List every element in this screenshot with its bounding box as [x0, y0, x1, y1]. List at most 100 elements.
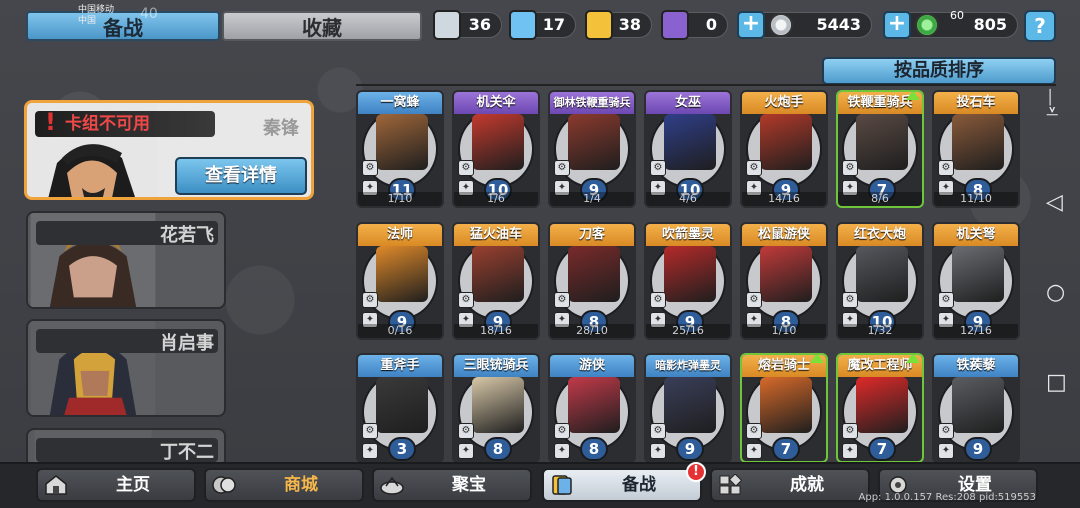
add-coin-button[interactable]: + [737, 11, 765, 39]
unit-trait-icon: ✦ [842, 443, 858, 459]
unit-card[interactable]: 法师 ⚙ ✦ 9 0/16 [356, 222, 444, 340]
unit-card[interactable]: 吹箭墨灵 ⚙ ✦ 9 25/16 [644, 222, 732, 340]
unit-type-icon: ⚙ [842, 423, 858, 439]
unit-type-icon: ⚙ [458, 423, 474, 439]
unit-card[interactable]: 重斧手 ⚙ ✦ 3 [356, 353, 444, 463]
battery-status: 60 [950, 9, 964, 22]
unit-portrait [664, 377, 716, 433]
blue-crystal-icon [509, 10, 537, 40]
commander-name: 花若飞 [160, 225, 214, 246]
home-circle-icon[interactable]: ○ [1046, 280, 1065, 305]
commander-name: 秦锋 [263, 118, 299, 139]
unit-card[interactable]: 投石车 ⚙ ✦ 8 11/10 [932, 90, 1020, 208]
sort-by-quality-button[interactable]: 按品质排序 [822, 57, 1056, 85]
unit-card[interactable]: 松鼠游侠 ⚙ ✦ 8 1/10 [740, 222, 828, 340]
unit-portrait [760, 246, 812, 302]
unit-portrait [472, 377, 524, 433]
unit-name: 火炮手 [742, 92, 826, 114]
unit-card[interactable]: 铁鞭重骑兵 ⚙ ✦ 7 8/6 [836, 90, 924, 208]
unit-trait-icon: ✦ [650, 443, 666, 459]
unit-portrait [760, 114, 812, 170]
unit-card[interactable]: 一窝蜂 ⚙ ✦ 11 1/10 [356, 90, 444, 208]
unit-card[interactable]: 铁蒺藜 ⚙ ✦ 9 [932, 353, 1020, 463]
unit-card-count: 28/10 [550, 324, 634, 338]
status-carrier: 中国移动 中国 40 [78, 5, 158, 27]
deck-icon [552, 475, 572, 495]
commander-name: 丁不二 [160, 442, 214, 463]
warning-icon: ! [45, 108, 56, 136]
menu-label: 成就 [790, 475, 824, 495]
unit-card[interactable]: 魔改工程师 ⚙ ✦ 7 [836, 353, 924, 463]
commander-card-selected[interactable]: ! 卡组不可用 秦锋 查看详情 [24, 100, 314, 200]
tab-collection[interactable]: 收藏 [222, 11, 422, 41]
resource-gold-shield: 38 [585, 10, 652, 40]
menu-shop[interactable]: 商城 [204, 468, 364, 502]
resource-value: 38 [618, 15, 641, 34]
unit-name: 御林铁鞭重骑兵 [550, 92, 634, 114]
unit-card[interactable]: 机关弩 ⚙ ✦ 9 12/16 [932, 222, 1020, 340]
unit-card[interactable]: 女巫 ⚙ ✦ 10 4/6 [644, 90, 732, 208]
unit-card-count: 1/32 [838, 324, 922, 338]
unit-type-icon: ⚙ [650, 160, 666, 176]
resource-value: 0 [705, 15, 717, 34]
silver-coin-icon [769, 13, 793, 37]
unit-name: 游侠 [550, 355, 634, 377]
unit-type-icon: ⚙ [746, 160, 762, 176]
menu-achievement[interactable]: 成就 [710, 468, 870, 502]
unit-trait-icon: ✦ [938, 443, 954, 459]
unit-name: 红衣大炮 [838, 224, 922, 246]
unit-type-icon: ⚙ [938, 423, 954, 439]
unit-card-count: 18/16 [454, 324, 538, 338]
unit-portrait [472, 114, 524, 170]
deck-unavailable-warning: ! 卡组不可用 [35, 108, 215, 137]
resource-white-crystal: 36 [433, 10, 502, 40]
collapse-icon[interactable]: ⩡ [1046, 100, 1058, 125]
commander-card[interactable]: 花若飞 [26, 211, 226, 309]
menu-prepare[interactable]: 备战 ! [542, 462, 706, 502]
unit-portrait [376, 114, 428, 170]
unit-portrait [952, 246, 1004, 302]
unit-card-count: 1/4 [550, 192, 634, 206]
unit-card[interactable]: 火炮手 ⚙ ✦ 9 14/16 [740, 90, 828, 208]
unit-trait-icon: ✦ [458, 443, 474, 459]
unit-card[interactable]: 机关伞 ⚙ ✦ 10 1/6 [452, 90, 540, 208]
menu-treasure[interactable]: 聚宝 [372, 468, 532, 502]
unit-type-icon: ⚙ [554, 160, 570, 176]
green-coin-icon [915, 13, 939, 37]
unit-card[interactable]: 暗影炸弹墨灵 ⚙ ✦ 9 [644, 353, 732, 463]
white-crystal-icon [433, 10, 461, 40]
unit-type-icon: ⚙ [650, 423, 666, 439]
resource-purple-gem: 0 [661, 10, 728, 40]
unit-card[interactable]: 三眼铳骑兵 ⚙ ✦ 8 [452, 353, 540, 463]
view-details-button[interactable]: 查看详情 [175, 157, 307, 195]
app-version-info: App: 1.0.0.157 Res:208 pid:519553 [858, 492, 1037, 503]
tab-prepare[interactable]: 备战 [26, 11, 220, 41]
unit-portrait [568, 114, 620, 170]
unit-card[interactable]: 游侠 ⚙ ✦ 8 [548, 353, 636, 463]
commander-card[interactable]: 肖启事 [26, 319, 226, 417]
unit-card[interactable]: 刀客 ⚙ ✦ 8 28/10 [548, 222, 636, 340]
menu-label: 备战 [622, 475, 656, 495]
unit-card-count: 1/6 [454, 192, 538, 206]
unit-type-icon: ⚙ [938, 292, 954, 308]
unit-card[interactable]: 熔岩骑士 ⚙ ✦ 7 [740, 353, 828, 463]
unit-name: 一窝蜂 [358, 92, 442, 114]
unit-type-icon: ⚙ [458, 292, 474, 308]
unit-card[interactable]: 猛火油车 ⚙ ✦ 9 18/16 [452, 222, 540, 340]
help-button[interactable]: ? [1024, 10, 1056, 42]
unit-portrait [664, 246, 716, 302]
unit-card[interactable]: 红衣大炮 ⚙ ✦ 10 1/32 [836, 222, 924, 340]
unit-card[interactable]: 御林铁鞭重骑兵 ⚙ ✦ 9 1/4 [548, 90, 636, 208]
menu-home[interactable]: 主页 [36, 468, 196, 502]
back-icon[interactable]: ◁ [1046, 190, 1063, 215]
signal-number: 40 [140, 6, 158, 22]
add-green-coin-button[interactable]: + [883, 11, 911, 39]
recents-icon[interactable]: □ [1046, 370, 1067, 395]
unit-name: 刀客 [550, 224, 634, 246]
resource-value: 5443 [816, 15, 861, 34]
unit-name: 机关伞 [454, 92, 538, 114]
unit-level: 9 [964, 437, 992, 461]
unit-name: 投石车 [934, 92, 1018, 114]
unit-card-count: 25/16 [646, 324, 730, 338]
unit-portrait [376, 246, 428, 302]
